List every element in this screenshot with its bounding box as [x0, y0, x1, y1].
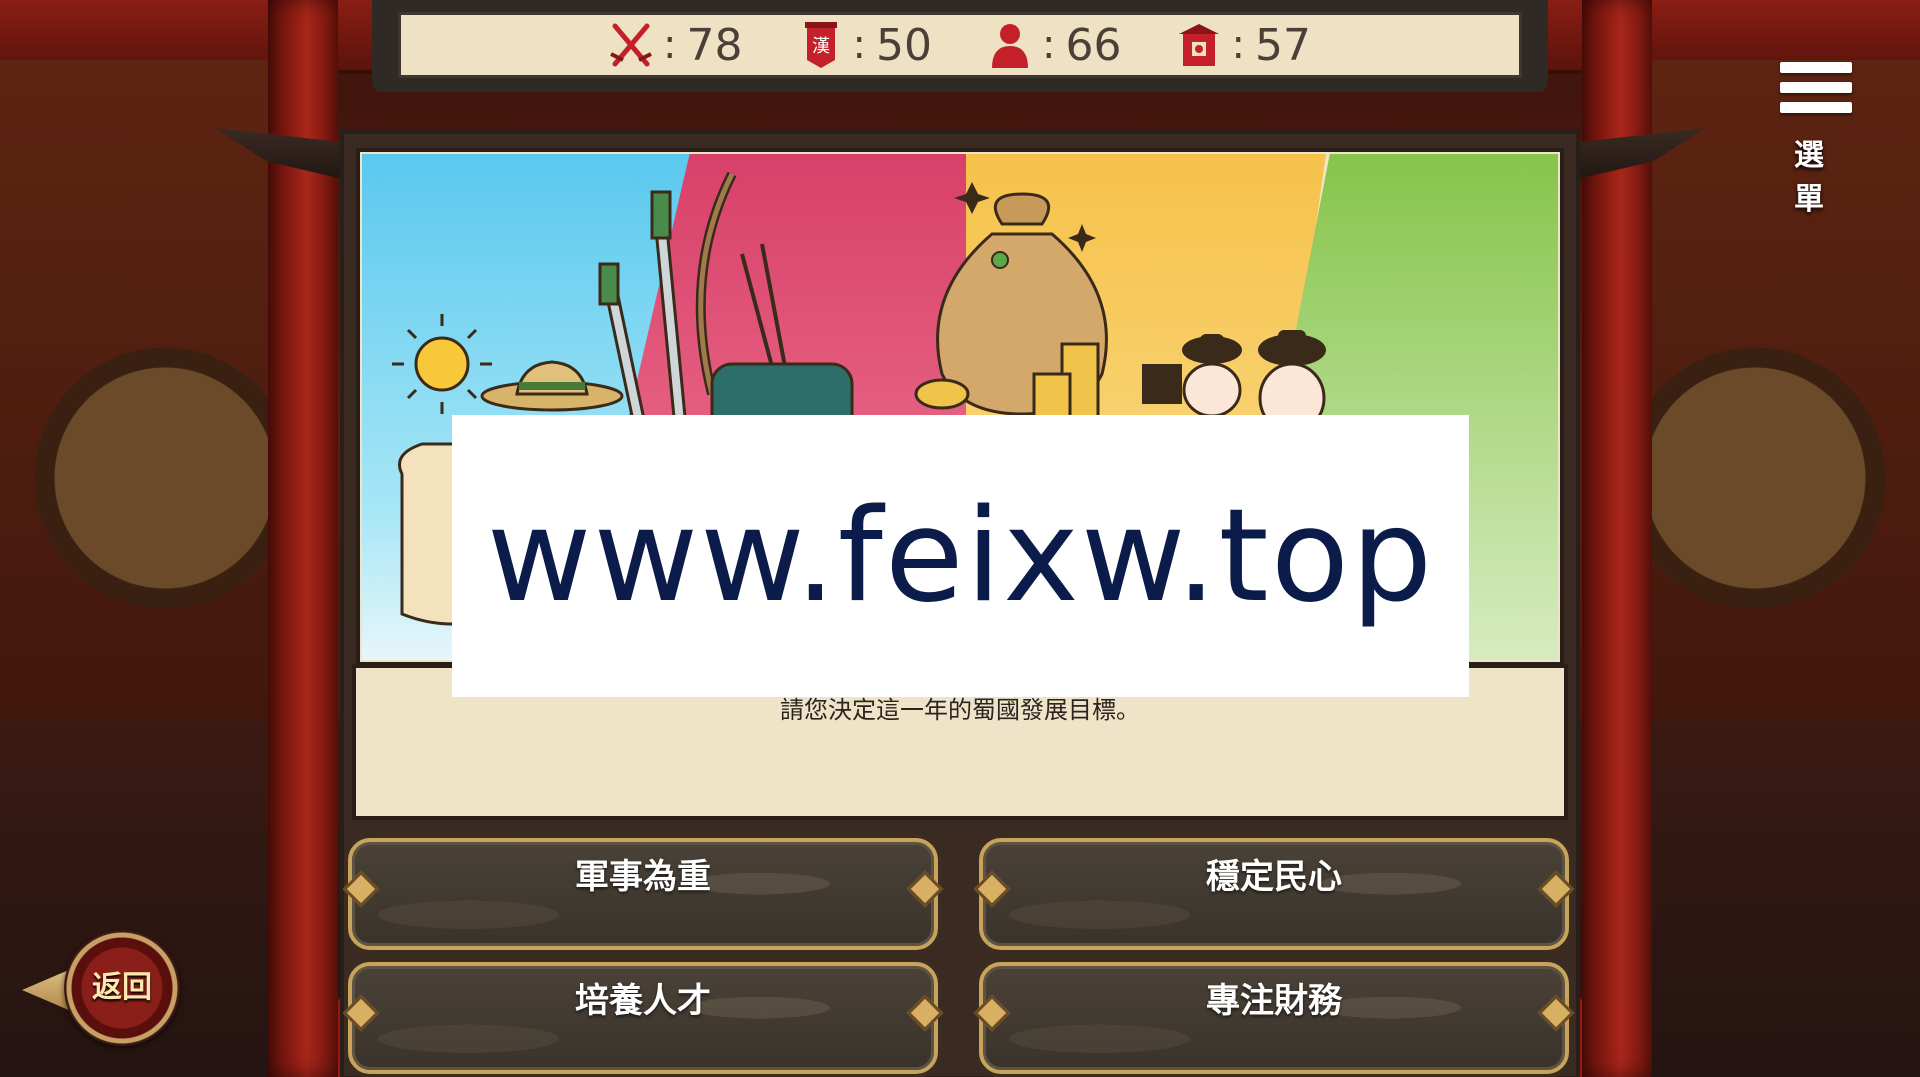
- stat-military: : 78: [609, 19, 743, 71]
- banner-text: 漢: [812, 36, 830, 57]
- watermark-overlay: www.feixw.top: [452, 415, 1469, 697]
- choice-people-button[interactable]: 穩定民心: [973, 838, 1575, 950]
- choice-label: 穩定民心: [1206, 857, 1342, 897]
- straw-hat-icon: [480, 360, 624, 412]
- stat-court-value: 57: [1254, 19, 1311, 71]
- choice-label: 軍事為重: [575, 857, 711, 897]
- stat-people: : 66: [988, 20, 1121, 71]
- stat-separator: :: [852, 22, 866, 68]
- stat-people-value: 66: [1065, 19, 1122, 71]
- han-banner-icon: 漢: [804, 22, 837, 68]
- back-label: 返回: [92, 970, 152, 1005]
- choice-military-button[interactable]: 軍事為重: [342, 838, 944, 950]
- hamburger-icon: [1780, 82, 1852, 93]
- stat-dynasty: 漢 : 50: [799, 20, 932, 71]
- choice-talent-button[interactable]: 培養人才: [342, 962, 944, 1074]
- crossed-swords-icon: [610, 23, 652, 67]
- menu-button[interactable]: 選 單: [1770, 58, 1860, 217]
- stat-separator: :: [1042, 22, 1056, 68]
- palace-icon: [1179, 24, 1220, 66]
- choice-finance-button[interactable]: 專注財務: [973, 962, 1575, 1074]
- hamburger-icon: [1780, 102, 1852, 113]
- stat-military-value: 78: [686, 19, 743, 71]
- stat-court: : 57: [1177, 19, 1311, 71]
- watermark-text: www.feixw.top: [486, 481, 1435, 631]
- game-screen: : 78 漢 : 50 : 66: 57 選 單 請您決定這一年的蜀國發展目標…: [0, 0, 1920, 1077]
- stat-separator: :: [663, 22, 677, 68]
- stats-bar: : 78 漢 : 50 : 66: 57: [398, 12, 1522, 78]
- stat-dynasty-value: 50: [876, 19, 932, 71]
- choice-label: 培養人才: [575, 981, 711, 1021]
- sun-icon: [392, 314, 492, 414]
- person-icon: [992, 24, 1028, 68]
- choice-label: 專注財務: [1206, 981, 1342, 1021]
- hamburger-icon: [1780, 62, 1852, 73]
- menu-label: 選 單: [1794, 138, 1838, 217]
- back-button[interactable]: 返回: [22, 930, 182, 1050]
- stat-separator: :: [1231, 22, 1245, 68]
